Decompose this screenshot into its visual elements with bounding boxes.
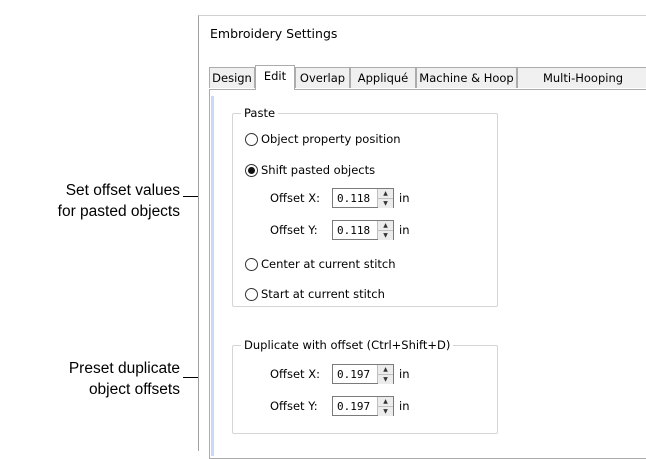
paste-offset-y-label: Offset Y: — [270, 223, 318, 237]
radio-button-icon[interactable] — [245, 257, 258, 271]
spinner[interactable]: ▲ ▼ — [377, 397, 393, 416]
spin-up-icon[interactable]: ▲ — [378, 189, 393, 198]
duplicate-offset-x-value[interactable]: 0.197 — [333, 368, 377, 381]
callout-paste-offsets: Set offset values for pasted objects — [0, 180, 180, 222]
unit-label: in — [399, 191, 410, 205]
unit-label: in — [399, 223, 410, 237]
paste-offset-y-value[interactable]: 0.118 — [333, 224, 377, 237]
callout-text-line: for pasted objects — [57, 203, 180, 220]
spin-down-icon[interactable]: ▼ — [378, 198, 393, 208]
spin-down-icon[interactable]: ▼ — [378, 374, 393, 384]
paste-offset-y-row: Offset Y: 0.118 ▲ ▼ in — [270, 219, 409, 241]
spin-up-icon[interactable]: ▲ — [378, 365, 393, 374]
radio-label: Start at current stitch — [261, 287, 385, 301]
paste-offset-y-input[interactable]: 0.118 ▲ ▼ — [332, 220, 394, 240]
duplicate-offset-x-row: Offset X: 0.197 ▲ ▼ in — [270, 363, 409, 385]
paste-groupbox: Paste Object property position Shift pas… — [232, 106, 498, 307]
callout-text-line: object offsets — [88, 381, 180, 398]
duplicate-group-title: Duplicate with offset (Ctrl+Shift+D) — [241, 338, 454, 352]
paste-offset-x-value[interactable]: 0.118 — [333, 192, 377, 205]
radio-button-icon[interactable] — [245, 287, 258, 301]
tab-edit[interactable]: Edit — [255, 65, 295, 90]
duplicate-offset-y-input[interactable]: 0.197 ▲ ▼ — [332, 396, 394, 416]
paste-offset-x-label: Offset X: — [270, 191, 320, 205]
spinner[interactable]: ▲ ▼ — [377, 221, 393, 240]
radio-start-at-current-stitch[interactable]: Start at current stitch — [245, 286, 385, 302]
paste-offset-x-input[interactable]: 0.118 ▲ ▼ — [332, 188, 394, 208]
duplicate-groupbox: Duplicate with offset (Ctrl+Shift+D) Off… — [232, 338, 498, 434]
spinner[interactable]: ▲ ▼ — [377, 365, 393, 384]
embroidery-settings-dialog: Embroidery Settings Design Edit Overlap … — [198, 15, 646, 459]
duplicate-offset-x-input[interactable]: 0.197 ▲ ▼ — [332, 364, 394, 384]
tab-multi-hooping[interactable]: Multi-Hooping — [517, 67, 646, 88]
panel-edge-accent — [211, 96, 214, 456]
radio-label: Object property position — [261, 132, 401, 146]
spin-up-icon[interactable]: ▲ — [378, 397, 393, 406]
tab-applique[interactable]: Appliqué — [350, 67, 416, 88]
radio-shift-pasted-objects[interactable]: Shift pasted objects — [245, 162, 375, 178]
callout-duplicate-offsets: Preset duplicate object offsets — [0, 358, 180, 400]
duplicate-offset-x-label: Offset X: — [270, 367, 320, 381]
radio-button-checked-icon[interactable] — [245, 163, 258, 177]
duplicate-offset-y-label: Offset Y: — [270, 399, 318, 413]
radio-button-icon[interactable] — [245, 132, 258, 146]
radio-label: Shift pasted objects — [261, 163, 376, 177]
paste-group-title: Paste — [241, 106, 279, 120]
radio-label: Center at current stitch — [261, 257, 396, 271]
spin-up-icon[interactable]: ▲ — [378, 221, 393, 230]
spinner[interactable]: ▲ ▼ — [377, 189, 393, 208]
callout-text-line: Set offset values — [65, 182, 180, 199]
unit-label: in — [399, 367, 410, 381]
dialog-title: Embroidery Settings — [210, 26, 338, 41]
tab-design[interactable]: Design — [209, 67, 255, 88]
paste-offset-x-row: Offset X: 0.118 ▲ ▼ in — [270, 187, 409, 209]
radio-object-property-position[interactable]: Object property position — [245, 131, 401, 147]
settings-tab-strip: Design Edit Overlap Appliqué Machine & H… — [209, 65, 646, 90]
spin-down-icon[interactable]: ▼ — [378, 230, 393, 240]
spin-down-icon[interactable]: ▼ — [378, 406, 393, 416]
duplicate-offset-y-value[interactable]: 0.197 — [333, 400, 377, 413]
tab-overlap[interactable]: Overlap — [295, 67, 350, 88]
callout-text-line: Preset duplicate — [68, 360, 180, 377]
unit-label: in — [399, 399, 410, 413]
radio-center-at-current-stitch[interactable]: Center at current stitch — [245, 256, 396, 272]
duplicate-offset-y-row: Offset Y: 0.197 ▲ ▼ in — [270, 395, 409, 417]
tab-machine-hoop[interactable]: Machine & Hoop — [416, 67, 517, 88]
